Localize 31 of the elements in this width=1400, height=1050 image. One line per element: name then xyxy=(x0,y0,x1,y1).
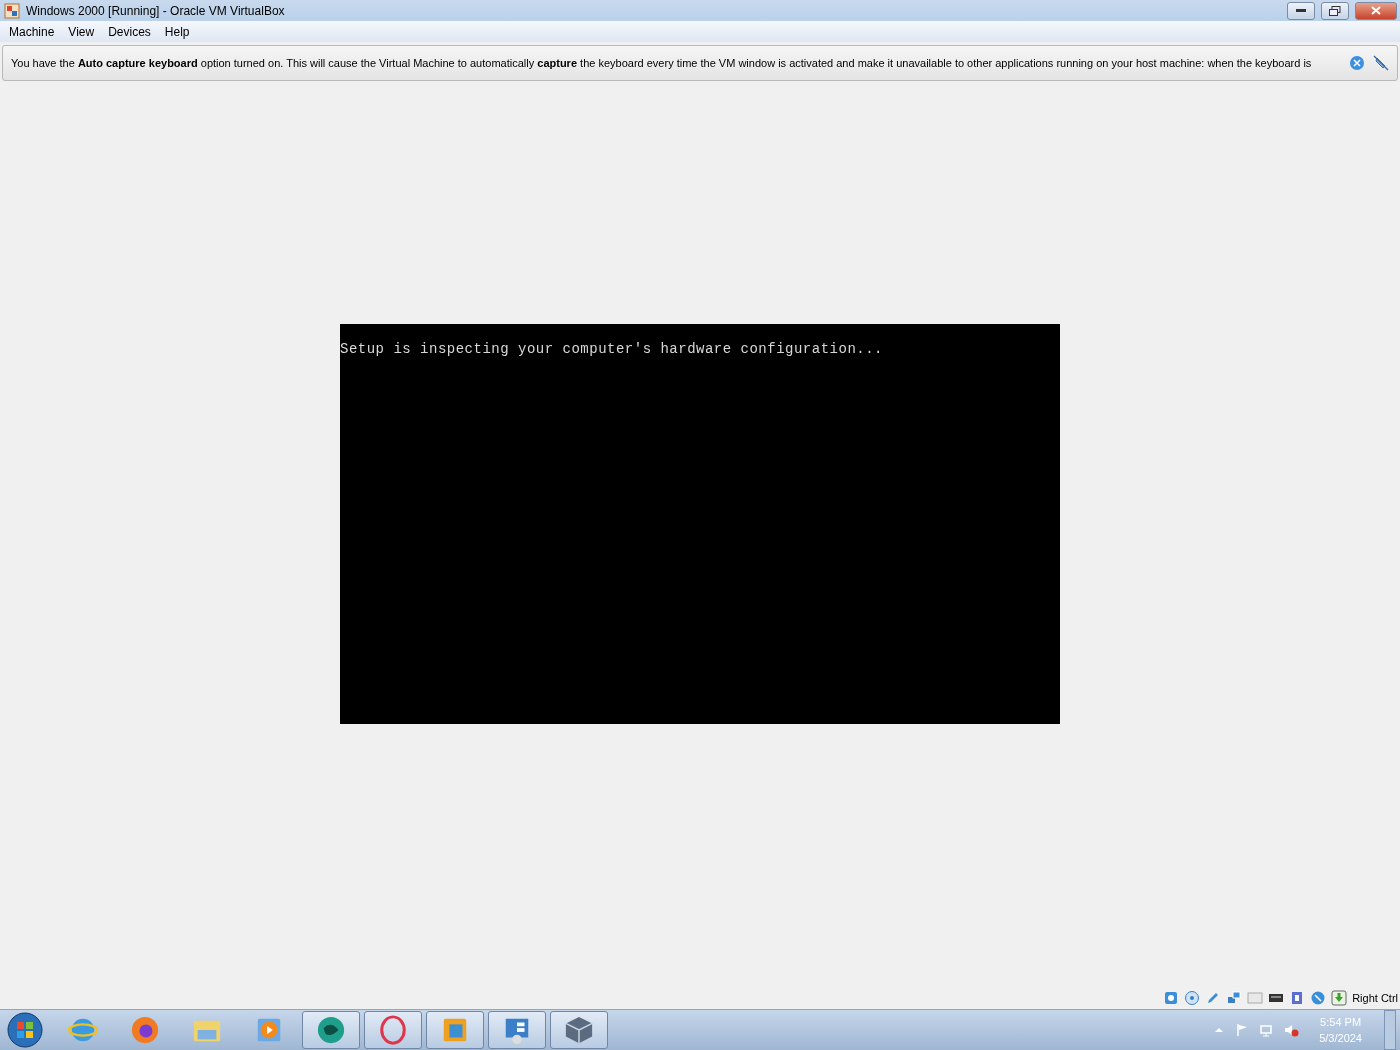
cd-icon xyxy=(1184,990,1201,1006)
close-icon xyxy=(1371,6,1381,15)
arrow-down-icon xyxy=(1331,990,1348,1006)
mouse-off-icon xyxy=(1373,55,1389,71)
host-key-label: Right Ctrl xyxy=(1352,992,1398,1004)
cube-icon xyxy=(564,1015,594,1045)
speaker-muted-icon xyxy=(1283,1022,1300,1038)
menu-item[interactable]: Devices xyxy=(101,22,158,41)
network-icon xyxy=(1226,990,1243,1006)
taskbar-button[interactable] xyxy=(550,1011,608,1049)
taskbar-button[interactable] xyxy=(302,1011,360,1049)
minimize-icon xyxy=(1296,8,1306,13)
menu-item[interactable]: Help xyxy=(157,22,197,41)
ring-icon xyxy=(378,1015,408,1045)
app-icon xyxy=(4,2,20,19)
restore-button[interactable] xyxy=(1321,1,1349,20)
fox-icon xyxy=(130,1015,160,1045)
minimize-button[interactable] xyxy=(1287,1,1315,20)
menu-item[interactable]: Machine xyxy=(2,22,62,41)
taskbar-button[interactable] xyxy=(488,1011,546,1049)
taskbar-button[interactable] xyxy=(364,1011,422,1049)
notification-text: You have the Auto capture keyboard option turned on. This will cause the Virtual Machine to automatically capture the keyboard every time the VM window is activated and make it unavailable to other applications running on your host machine: when the keyboard is xyxy=(11,57,1313,69)
clock-date: 5/3/2024 xyxy=(1319,1031,1362,1046)
console-text: Setup is inspecting your computer's hardware configuration... xyxy=(340,341,883,357)
menu-item[interactable]: View xyxy=(61,22,102,41)
window-title: Windows 2000 [Running] - Oracle VM VirtualBox xyxy=(26,3,285,18)
clock-time: 5:54 PM xyxy=(1320,1015,1362,1030)
close-button[interactable] xyxy=(1355,1,1397,20)
swirl-icon xyxy=(316,1015,346,1045)
close-icon xyxy=(1349,55,1365,71)
restore-icon xyxy=(1329,5,1341,16)
